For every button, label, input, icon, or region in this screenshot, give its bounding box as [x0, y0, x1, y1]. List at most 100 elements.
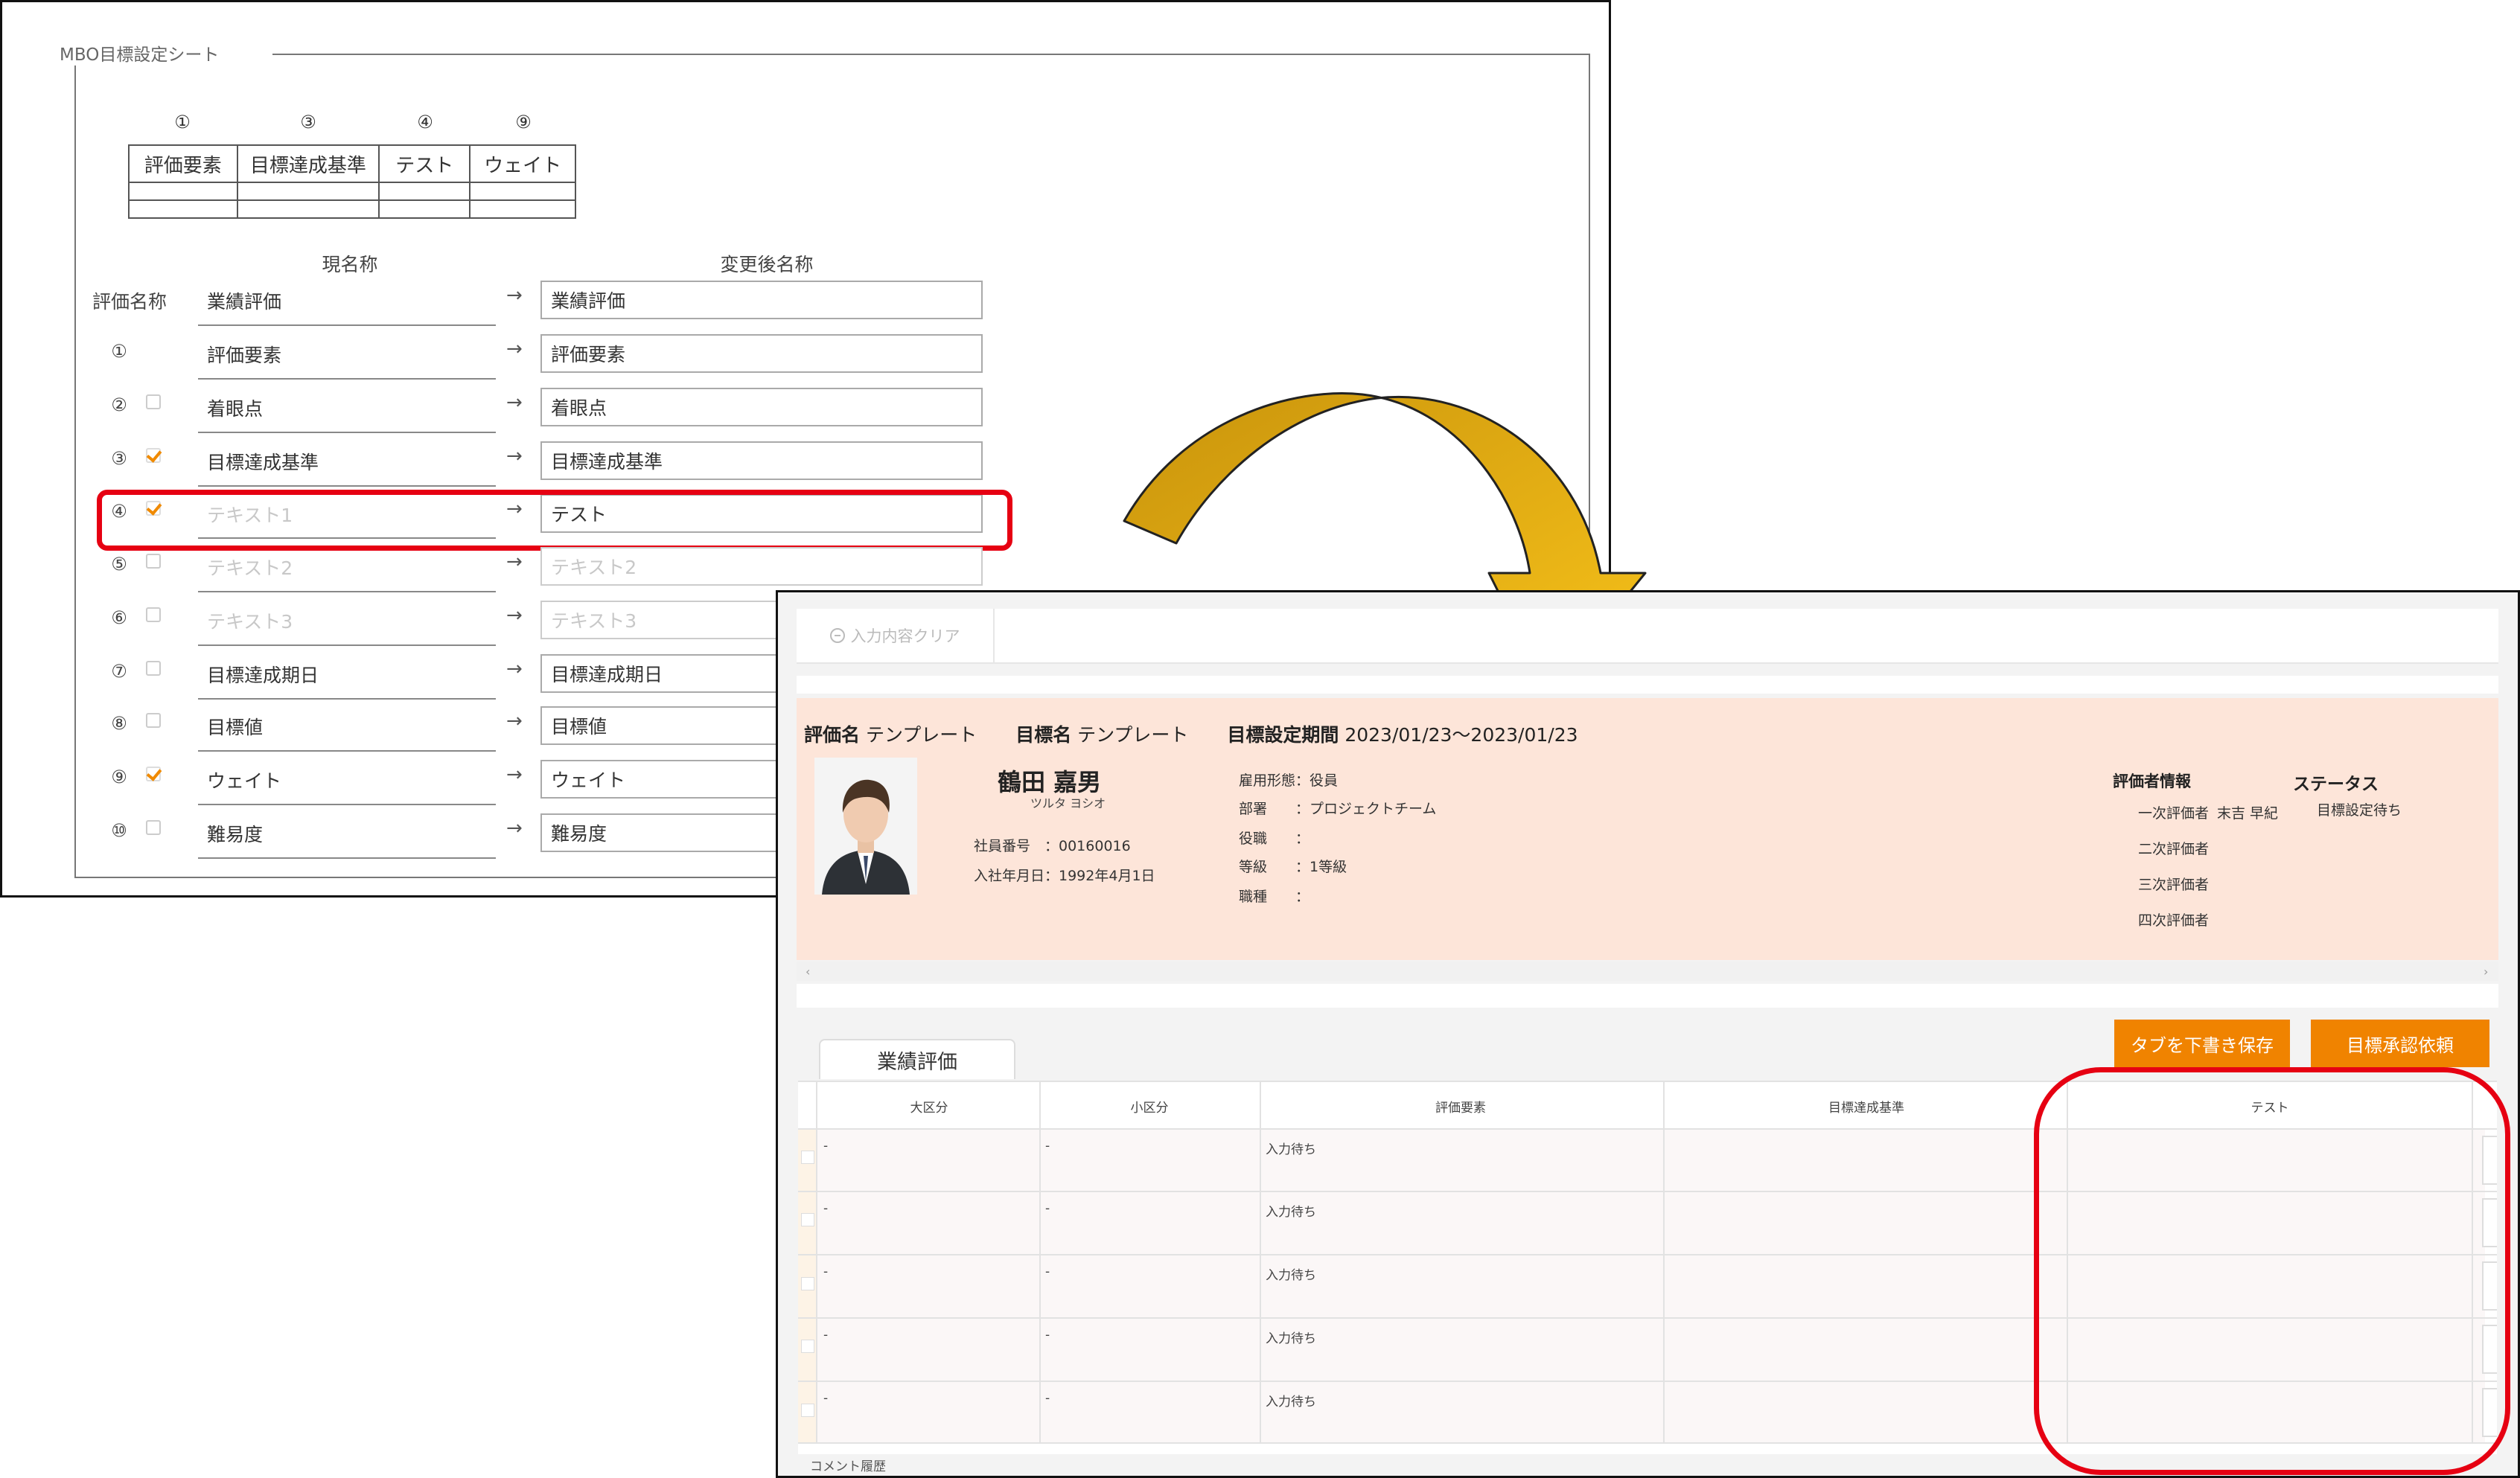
row-checkbox[interactable]: [146, 661, 161, 676]
changed-name-input[interactable]: 業績評価: [540, 281, 983, 319]
row-select-checkbox[interactable]: [801, 1151, 814, 1164]
col-divider: [1663, 1082, 1665, 1442]
current-name-underline: [198, 698, 496, 700]
current-name-underline: [198, 857, 496, 859]
first-evaluator-label: 一次評価者: [2138, 805, 2210, 822]
save-draft-button[interactable]: タブを下書き保存: [2114, 1020, 2290, 1067]
row-checkbox[interactable]: [146, 607, 161, 622]
cell-eval-element[interactable]: 入力待ち: [1266, 1391, 1316, 1410]
mini-header-4: ウェイト: [469, 144, 576, 183]
highlight-red-rounded-rect: [2034, 1067, 2510, 1475]
cell-major: -: [823, 1264, 829, 1279]
mini-header-3: テスト: [378, 144, 471, 183]
cell-major: -: [823, 1139, 829, 1154]
person-photo-icon: [814, 758, 917, 895]
col-divider: [1039, 1082, 1041, 1442]
row-number: ①: [111, 341, 127, 362]
arrow: →: [506, 658, 523, 680]
evaluator-info-title: 評価者情報: [2113, 772, 2191, 790]
cell-major: -: [823, 1328, 829, 1343]
row-number: ⑧: [111, 713, 127, 734]
row-checkbox[interactable]: [146, 820, 161, 835]
arrow: →: [506, 604, 523, 627]
clear-input-label: 入力内容クリア: [850, 627, 960, 645]
cell-minor: -: [1045, 1201, 1050, 1216]
row-number: ⑨: [111, 767, 127, 787]
grade: 等級 ：1等級: [1239, 859, 1347, 875]
current-name-underline: [198, 804, 496, 805]
mini-cell: [378, 199, 471, 219]
arrow: →: [506, 764, 523, 786]
row-checkbox-checked[interactable]: [146, 448, 161, 463]
second-evaluator-label: 二次評価者: [2138, 841, 2210, 857]
row-checkbox[interactable]: [146, 554, 161, 569]
employment-type: 雇用形態：役員: [1239, 772, 1339, 789]
request-approval-button[interactable]: 目標承認依頼: [2311, 1020, 2489, 1067]
current-name-underline: [198, 432, 496, 433]
current-name: テキスト2: [207, 557, 293, 579]
current-name: テキスト3: [207, 611, 293, 633]
row-number: ⑤: [111, 554, 127, 575]
current-name: 目標達成基準: [207, 452, 319, 473]
scroll-left-icon[interactable]: ‹: [806, 964, 810, 979]
employee-kana: ツルタ ヨシオ: [1030, 796, 1106, 810]
status-value: 目標設定待ち: [2317, 802, 2402, 819]
header-eval-element: 評価要素: [1435, 1101, 1486, 1116]
mini-cell: [469, 199, 576, 219]
position: 役職 ：: [1239, 831, 1310, 847]
col-divider: [1260, 1082, 1261, 1442]
arrow: →: [506, 551, 523, 573]
arrow: →: [506, 710, 523, 732]
period-label: 目標設定期間: [1227, 724, 1339, 746]
row-select-checkbox[interactable]: [801, 1340, 814, 1353]
current-name: 難易度: [207, 824, 264, 845]
comment-history-label[interactable]: コメント履歴: [810, 1456, 886, 1474]
mini-cell: [236, 199, 380, 219]
cell-eval-element[interactable]: 入力待ち: [1266, 1201, 1316, 1220]
third-evaluator-label: 三次評価者: [2138, 877, 2210, 893]
current-name-underline: [198, 485, 496, 487]
fourth-evaluator-label: 四次評価者: [2138, 912, 2210, 929]
cell-eval-element[interactable]: 入力待ち: [1266, 1139, 1316, 1157]
row-number: ②: [111, 394, 127, 415]
period-value: 2023/01/23～2023/01/23: [1344, 724, 1578, 746]
spacer-bar: [797, 676, 2498, 694]
mini-header-1: 評価要素: [128, 144, 238, 183]
row-checkbox[interactable]: [146, 394, 161, 409]
arrow: →: [506, 338, 523, 360]
fieldset-legend: MBO目標設定シート: [55, 40, 224, 65]
changed-name-input[interactable]: テキスト2: [540, 547, 983, 586]
cell-minor: -: [1045, 1264, 1050, 1279]
department: 部署 ：プロジェクトチーム: [1239, 801, 1437, 817]
clear-input-button[interactable]: 入力内容クリア: [797, 609, 995, 662]
arrow: →: [506, 284, 523, 307]
arrow: →: [506, 391, 523, 414]
goal-name-value: テンプレート: [1077, 724, 1189, 746]
scroll-right-icon[interactable]: ›: [2484, 964, 2488, 979]
row-select-checkbox[interactable]: [801, 1404, 814, 1417]
spacer-bar-2: [797, 984, 2498, 1008]
cell-minor: -: [1045, 1139, 1050, 1154]
changed-name-input[interactable]: 目標達成基準: [540, 441, 983, 480]
preview-mini-table: 評価要素 目標達成基準 テスト ウェイト: [128, 144, 576, 219]
row-checkbox-checked[interactable]: [146, 767, 161, 781]
current-name: 目標達成期日: [207, 665, 319, 686]
tab-performance-evaluation[interactable]: 業績評価: [819, 1039, 1015, 1079]
fieldset-border-left: [74, 54, 76, 878]
mini-cell: [128, 182, 238, 201]
eval-name-label: 評価名称: [92, 291, 168, 313]
changed-name-input[interactable]: 着眼点: [540, 388, 983, 426]
row-select-checkbox[interactable]: [801, 1277, 814, 1290]
current-name: 目標値: [207, 717, 264, 738]
cell-eval-element[interactable]: 入力待ち: [1266, 1328, 1316, 1346]
row-checkbox[interactable]: [146, 713, 161, 728]
header-minor-category: 小区分: [1130, 1101, 1169, 1116]
changed-name-input[interactable]: 評価要素: [540, 334, 983, 373]
cell-eval-element[interactable]: 入力待ち: [1266, 1264, 1316, 1283]
mini-col-num-2: ③: [300, 112, 316, 132]
row-select-checkbox[interactable]: [801, 1213, 814, 1226]
current-name: 評価要素: [207, 345, 282, 366]
current-name-underline: [198, 378, 496, 380]
status-title: ステータス: [2293, 775, 2379, 794]
horizontal-scrollbar[interactable]: [797, 962, 2498, 981]
